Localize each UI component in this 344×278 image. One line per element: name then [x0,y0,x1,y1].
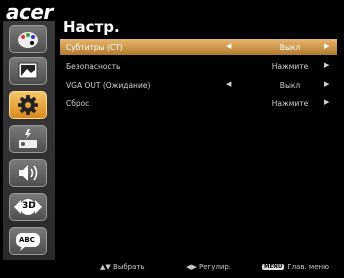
row-value: Нажмите [271,99,309,108]
speaker-icon [19,165,38,181]
projector-power-icon [19,129,37,148]
nav-3d-button[interactable]: 3D [9,193,47,221]
picture-icon [18,62,38,79]
row-label: Безопасность [66,62,121,71]
page-title: Настр. [63,18,120,36]
footer-select-label: Выбрать [113,263,145,271]
nav-settings-button[interactable] [9,91,47,119]
nav-audio-button[interactable] [9,159,47,187]
footer-adjust: ◀▶ Регулир. [186,263,231,271]
footer-menu: MENU Глав. меню [262,263,329,271]
language-label: ABC [19,236,35,244]
left-arrow-icon[interactable]: ◀ [226,42,231,50]
footer-select: ▲▼ Выбрать [100,263,145,271]
row-value: Нажмите [271,62,309,71]
3d-label: 3D [22,201,36,211]
gear-icon [18,95,38,115]
row-value: Выкл [279,81,301,90]
menu-key-icon: MENU [262,264,285,270]
row-subtitles[interactable]: Субтитры (CT) ◀ Выкл ▶ [60,39,337,55]
up-down-arrows-icon: ▲▼ [100,263,111,271]
row-label: Сброс [66,99,90,108]
footer-adjust-label: Регулир. [199,263,232,271]
footer-menu-label: Глав. меню [287,263,329,271]
nav-color-button[interactable] [9,25,47,53]
left-right-arrows-icon: ◀▶ [186,263,197,271]
nav-image-button[interactable] [9,57,47,85]
row-security[interactable]: Безопасность Нажмите ▶ [60,58,337,74]
row-label: VGA OUT (Ожидание) [66,81,151,90]
nav-management-button[interactable] [9,125,47,153]
row-reset[interactable]: Сброс Нажмите ▶ [60,95,337,111]
right-arrow-icon[interactable]: ▶ [324,42,329,50]
right-arrow-icon[interactable]: ▶ [324,98,329,106]
settings-panel [57,21,339,260]
row-label: Субтитры (CT) [66,43,123,52]
right-arrow-icon[interactable]: ▶ [324,61,329,69]
row-vga-out[interactable]: VGA OUT (Ожидание) ◀ Выкл ▶ [60,77,337,93]
right-arrow-icon[interactable]: ▶ [324,80,329,88]
row-value: Выкл [279,43,301,52]
nav-language-button[interactable]: ABC [9,227,47,255]
left-arrow-icon[interactable]: ◀ [226,80,231,88]
palette-icon [18,32,38,48]
osd-menu: acer 3D ABC Настр. Субтитры (CT) ◀ Выкл … [0,0,344,278]
